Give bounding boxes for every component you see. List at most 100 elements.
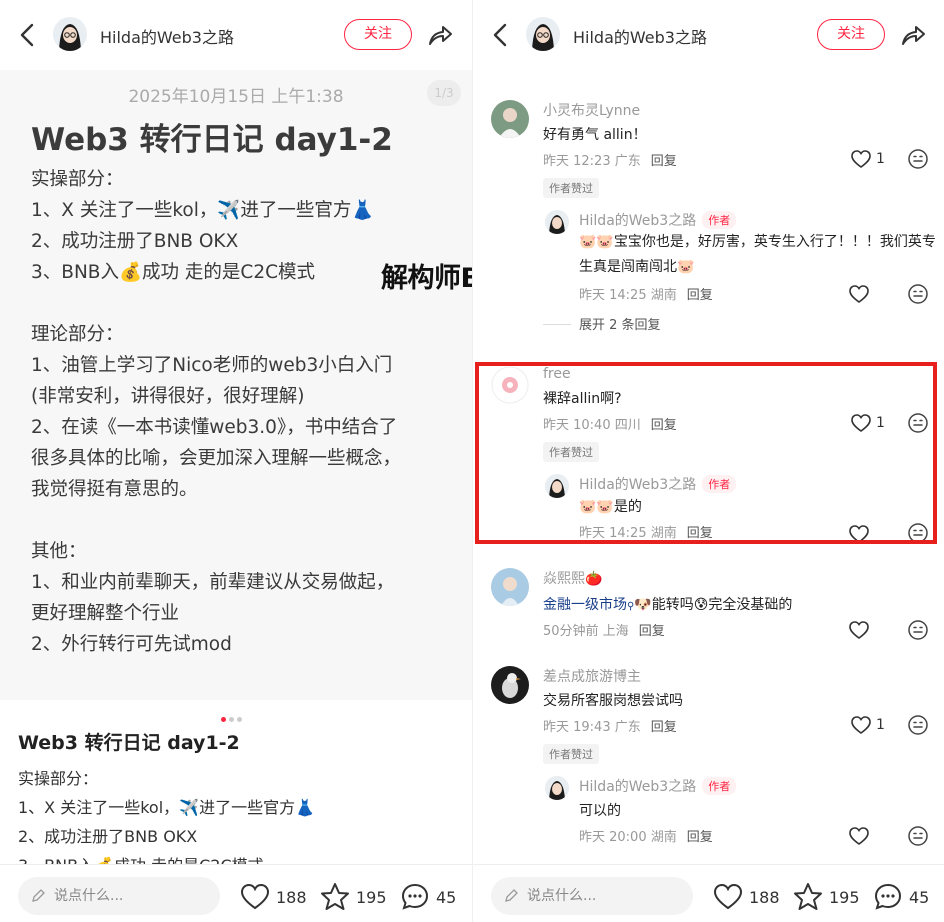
image-line: 其他： bbox=[31, 541, 87, 562]
author-liked-badge: 作者赞过 bbox=[543, 178, 599, 198]
header-bar: Hilda的Web3之路 关注 bbox=[0, 0, 472, 70]
like-button[interactable]: 188 bbox=[240, 882, 307, 912]
comment-input[interactable]: 说点什么... bbox=[491, 877, 693, 915]
watermark: 解构师Beyond bbox=[381, 263, 472, 294]
collect-button[interactable]: 195 bbox=[793, 882, 860, 912]
replier-name[interactable]: Hilda的Web3之路 bbox=[579, 213, 696, 229]
image-title: Web3 转行日记 day1-2 bbox=[31, 122, 393, 158]
replier-avatar[interactable] bbox=[545, 776, 569, 800]
carousel-dots bbox=[221, 707, 245, 722]
reply-button[interactable]: 回复 bbox=[687, 830, 713, 845]
comment-placeholder: 说点什么... bbox=[54, 888, 124, 904]
comment-placeholder: 说点什么... bbox=[527, 888, 597, 904]
commenter-avatar[interactable] bbox=[491, 100, 529, 138]
follow-button[interactable]: 关注 bbox=[817, 19, 885, 50]
author-avatar[interactable] bbox=[53, 17, 87, 51]
collect-button[interactable]: 195 bbox=[320, 882, 387, 912]
comment-like-count: 1 bbox=[876, 151, 885, 167]
commenter-avatar[interactable] bbox=[491, 666, 529, 704]
comment-meta: 昨天 12:23 广东 回复 bbox=[543, 150, 677, 169]
commenter-avatar[interactable] bbox=[491, 568, 529, 606]
author-tag: 作者 bbox=[702, 777, 737, 795]
back-arrow-icon[interactable] bbox=[18, 22, 38, 48]
pencil-icon bbox=[32, 889, 45, 902]
star-icon bbox=[794, 883, 822, 910]
comment-button[interactable]: 45 bbox=[400, 882, 456, 912]
replier-name[interactable]: Hilda的Web3之路 bbox=[579, 779, 696, 795]
heart-icon bbox=[240, 883, 270, 910]
author-liked-badge: 作者赞过 bbox=[543, 744, 599, 764]
post-image[interactable]: 2025年10月15日 上午1:38 1/3 Web3 转行日记 day1-2 … bbox=[0, 70, 472, 700]
image-line: 2、成功注册了BNB OKX bbox=[31, 231, 239, 252]
emoji-react-icon[interactable] bbox=[907, 148, 929, 170]
like-count: 188 bbox=[749, 887, 780, 907]
image-line: 2、在读《一本书读懂web3.0》，书中结合了 bbox=[31, 417, 398, 438]
comment-text: 好有勇气 allin！ bbox=[543, 127, 647, 143]
heart-icon bbox=[713, 883, 743, 910]
reply-button[interactable]: 回复 bbox=[651, 720, 677, 735]
image-line: 理论部分： bbox=[31, 324, 124, 345]
reply-button[interactable]: 回复 bbox=[687, 288, 713, 303]
comment-meta: 昨天 19:43 广东 回复 bbox=[543, 716, 677, 735]
follow-button[interactable]: 关注 bbox=[344, 19, 412, 50]
note-line: 1、X 关注了一些kol，✈️进了一些官方👗 bbox=[18, 798, 316, 817]
reply-meta: 昨天 20:00 湖南 回复 bbox=[579, 826, 713, 845]
carousel-dot bbox=[229, 717, 234, 722]
emoji-react-icon[interactable] bbox=[907, 283, 929, 305]
commenter-name[interactable]: 小灵布灵Lynne bbox=[543, 100, 640, 120]
note-line: 实操部分： bbox=[18, 769, 99, 788]
share-icon[interactable] bbox=[426, 21, 454, 49]
commenter-name[interactable]: 差点成旅游博主 bbox=[543, 666, 641, 686]
reply-time: 昨天 20:00 湖南 bbox=[579, 830, 677, 845]
heart-icon[interactable] bbox=[848, 826, 870, 846]
heart-icon[interactable] bbox=[848, 284, 870, 304]
comment-button[interactable]: 45 bbox=[873, 882, 929, 912]
pencil-icon bbox=[505, 889, 518, 902]
reply-button[interactable]: 回复 bbox=[639, 624, 665, 639]
author-name[interactable]: Hilda的Web3之路 bbox=[573, 24, 707, 48]
comment-count: 45 bbox=[909, 887, 930, 907]
commenter-name[interactable]: 焱熙熙🍅 bbox=[543, 568, 602, 588]
comments-panel: Hilda的Web3之路 关注 小灵布灵Lynne 好有勇气 allin！ 昨天… bbox=[472, 0, 944, 922]
like-button[interactable]: 188 bbox=[713, 882, 780, 912]
comment-time: 昨天 19:43 广东 bbox=[543, 720, 641, 735]
bottom-bar: 说点什么... 188 195 45 bbox=[0, 864, 472, 922]
image-line bbox=[31, 505, 451, 536]
share-icon[interactable] bbox=[899, 21, 927, 49]
emoji-react-icon[interactable] bbox=[907, 619, 929, 641]
emoji-react-icon[interactable] bbox=[907, 825, 929, 847]
expand-replies-button[interactable]: 展开 2 条回复 bbox=[543, 314, 661, 333]
image-line: 我觉得挺有意思的。 bbox=[31, 479, 198, 500]
back-arrow-icon[interactable] bbox=[491, 22, 511, 48]
heart-icon[interactable] bbox=[848, 620, 870, 640]
image-line: 2、外行转行可先试mod bbox=[31, 634, 232, 655]
author-tag: 作者 bbox=[702, 211, 737, 229]
image-line: 很多具体的比喻，会更加深入理解一些概念， bbox=[31, 448, 402, 469]
image-date: 2025年10月15日 上午1:38 bbox=[128, 87, 344, 107]
author-name[interactable]: Hilda的Web3之路 bbox=[100, 24, 234, 48]
comment-time: 50分钟前 上海 bbox=[543, 624, 629, 639]
image-line: 更好理解整个行业 bbox=[31, 603, 180, 624]
replier-avatar[interactable] bbox=[545, 210, 569, 234]
comment-time: 昨天 12:23 广东 bbox=[543, 154, 641, 169]
emoji-react-icon[interactable] bbox=[907, 714, 929, 736]
comment-like-button[interactable]: 1 bbox=[850, 715, 885, 735]
carousel-dot bbox=[237, 717, 242, 722]
author-avatar[interactable] bbox=[526, 17, 560, 51]
reply-text: 🐷🐷宝宝你也是，好厉害，英专生入行了！！！我们英专生真是闯南闯北🐷 bbox=[579, 234, 936, 275]
reply-text: 可以的 bbox=[579, 803, 621, 819]
star-icon bbox=[321, 883, 349, 910]
comment-meta: 50分钟前 上海 回复 bbox=[543, 620, 665, 639]
reply-meta: 昨天 14:25 湖南 回复 bbox=[579, 284, 713, 303]
search-link[interactable]: 金融一级市场 bbox=[543, 597, 627, 613]
image-pager: 1/3 bbox=[427, 80, 461, 106]
heart-icon bbox=[851, 716, 871, 734]
post-detail-panel: Hilda的Web3之路 关注 2025年10月15日 上午1:38 1/3 W… bbox=[0, 0, 472, 922]
note-body: 实操部分： 1、X 关注了一些kol，✈️进了一些官方👗 2、成功注册了BNB … bbox=[18, 764, 458, 880]
comment-like-button[interactable]: 1 bbox=[850, 149, 885, 169]
reply-button[interactable]: 回复 bbox=[651, 154, 677, 169]
bottom-bar: 说点什么... 188 195 45 bbox=[473, 864, 944, 922]
comment-input[interactable]: 说点什么... bbox=[18, 877, 220, 915]
image-line: 1、X 关注了一些kol，✈️进了一些官方👗 bbox=[31, 200, 375, 221]
carousel-dot-active bbox=[221, 717, 226, 722]
